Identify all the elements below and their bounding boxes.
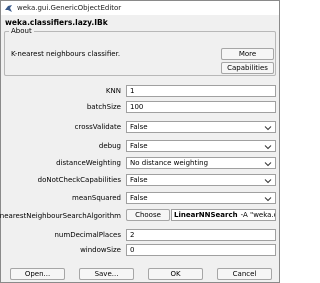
- capabilities-button[interactable]: Capabilities: [221, 62, 274, 74]
- cross-validate-value: False: [130, 123, 148, 131]
- distance-weighting-select[interactable]: No distance weighting: [126, 157, 276, 169]
- chevron-down-icon: [264, 179, 272, 184]
- distance-weighting-value: No distance weighting: [130, 159, 209, 167]
- nn-search-options: -A "weka.core.: [240, 211, 275, 219]
- window-title: weka.gui.GenericObjectEditor: [17, 4, 122, 12]
- class-name-label: weka.classifiers.lazy.IBk: [5, 18, 108, 27]
- choose-button[interactable]: Choose: [126, 209, 170, 221]
- cross-validate-select[interactable]: False: [126, 121, 276, 133]
- do-not-check-capabilities-select[interactable]: False: [126, 174, 276, 186]
- nn-search-field[interactable]: LinearNNSearch -A "weka.core.: [171, 209, 276, 221]
- more-button[interactable]: More: [221, 48, 274, 60]
- do-not-check-capabilities-label: doNotCheckCapabilities: [37, 176, 121, 184]
- window-size-label: windowSize: [80, 246, 121, 254]
- about-description: K-nearest neighbours classifier.: [11, 50, 121, 58]
- window-size-field[interactable]: 0: [126, 244, 276, 256]
- generic-object-editor-window: weka.gui.GenericObjectEditor weka.classi…: [0, 0, 280, 283]
- about-legend: About: [9, 27, 34, 35]
- chevron-down-icon: [264, 145, 272, 150]
- title-bar: weka.gui.GenericObjectEditor: [1, 1, 279, 15]
- mean-squared-select[interactable]: False: [126, 192, 276, 204]
- open-button[interactable]: Open...: [10, 268, 65, 280]
- mean-squared-label: meanSquared: [72, 194, 121, 202]
- nn-search-label: nearestNeighbourSearchAlgorithm: [0, 212, 121, 220]
- chevron-down-icon: [264, 162, 272, 167]
- mean-squared-value: False: [130, 194, 148, 202]
- weka-bird-icon: [4, 4, 13, 13]
- distance-weighting-label: distanceWeighting: [56, 159, 121, 167]
- save-button[interactable]: Save...: [79, 268, 134, 280]
- batch-size-field[interactable]: 100: [126, 101, 276, 113]
- do-not-check-capabilities-value: False: [130, 176, 148, 184]
- cancel-button[interactable]: Cancel: [217, 268, 272, 280]
- batch-size-label: batchSize: [86, 103, 121, 111]
- chevron-down-icon: [264, 126, 272, 131]
- debug-value: False: [130, 142, 148, 150]
- debug-label: debug: [98, 142, 121, 150]
- chevron-down-icon: [264, 197, 272, 202]
- ok-button[interactable]: OK: [148, 268, 203, 280]
- about-panel: About K-nearest neighbours classifier. M…: [4, 27, 276, 76]
- debug-select[interactable]: False: [126, 140, 276, 152]
- nn-search-algorithm: LinearNNSearch: [174, 211, 238, 219]
- num-decimal-places-label: numDecimalPlaces: [54, 231, 122, 239]
- knn-label: KNN: [105, 87, 121, 95]
- cross-validate-label: crossValidate: [74, 123, 121, 131]
- num-decimal-places-field[interactable]: 2: [126, 229, 276, 241]
- knn-field[interactable]: 1: [126, 85, 276, 97]
